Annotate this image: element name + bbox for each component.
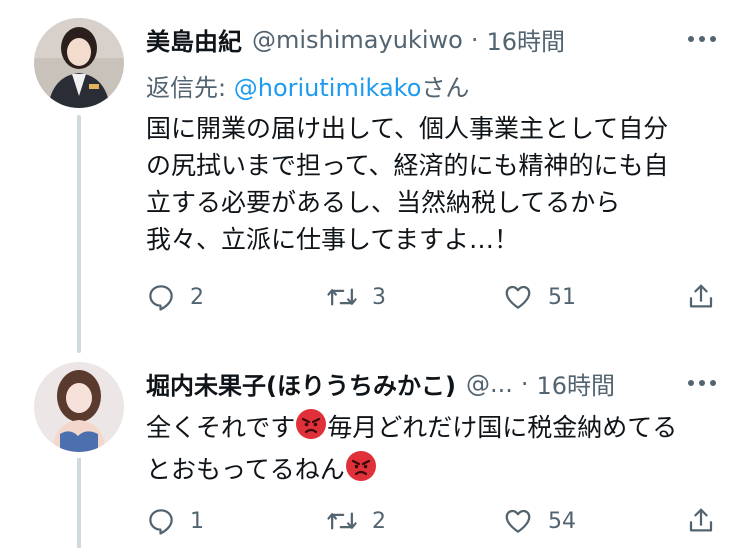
header-separator: · xyxy=(520,369,529,398)
share-button[interactable] xyxy=(686,506,716,536)
tweet-actions: 1 2 54 xyxy=(146,506,716,546)
author-handle[interactable]: @... xyxy=(466,370,513,398)
tweet-header: 美島由紀 @mishimayukiwo · 16時間 xyxy=(146,22,565,57)
tweet-header: 堀内未果子(ほりうちみかこ) @... · 16時間 xyxy=(146,366,615,401)
author-handle[interactable]: @mishimayukiwo xyxy=(252,26,463,54)
like-button[interactable]: 54 xyxy=(502,506,576,536)
retweet-button[interactable]: 2 xyxy=(326,506,386,536)
avatar[interactable] xyxy=(34,18,124,108)
tweet-text: 国に開業の届け出して、個人事業主として自分 の尻拭いまで担って、経済的にも精神的… xyxy=(146,110,726,258)
retweet-button[interactable]: 3 xyxy=(326,282,386,312)
reply-icon xyxy=(149,285,173,311)
reply-to-label: 返信先: xyxy=(146,74,227,102)
tweet-text-line: 全くそれです 毎月どれだけ国に税金納めてる xyxy=(146,408,726,450)
tweet-text-segment: 毎月どれだけ国に税金納めてる xyxy=(327,413,678,442)
angry-face-icon xyxy=(295,408,327,450)
retweet-icon xyxy=(327,512,357,530)
tweet-text: 全くそれです 毎月どれだけ国に税金納めてる とおもってるねん xyxy=(146,408,726,492)
share-button[interactable] xyxy=(686,282,716,312)
like-button[interactable]: 51 xyxy=(502,282,576,312)
more-options-icon[interactable] xyxy=(688,380,716,386)
tweet-text-line: とおもってるねん xyxy=(146,450,726,492)
thread-connector-line-lower xyxy=(77,458,81,548)
tweet-text-line: の尻拭いまで担って、経済的にも精神的にも自 xyxy=(146,151,669,180)
tweet-text-segment: とおもってるねん xyxy=(146,455,345,484)
tweet-text-line: 立する必要があるし、当然納税してるから xyxy=(146,188,621,217)
reply-button[interactable]: 2 xyxy=(146,282,204,312)
retweet-icon xyxy=(327,288,357,306)
reply-to-suffix: さん xyxy=(421,74,470,102)
avatar-photo xyxy=(34,18,124,108)
timestamp[interactable]: 16時間 xyxy=(536,366,615,401)
angry-face-icon xyxy=(345,450,377,492)
avatar[interactable] xyxy=(34,362,124,452)
more-options-icon[interactable] xyxy=(688,36,716,42)
like-count: 54 xyxy=(548,508,576,534)
timestamp[interactable]: 16時間 xyxy=(486,22,565,57)
reply-count: 2 xyxy=(190,284,204,310)
reply-to-line: 返信先: @horiutimikakoさん xyxy=(146,68,469,103)
reply-count: 1 xyxy=(190,508,204,534)
reply-to-handle-link[interactable]: @horiutimikako xyxy=(234,74,422,102)
like-count: 51 xyxy=(548,284,576,310)
tweet-text-line: 国に開業の届け出して、個人事業主として自分 xyxy=(146,114,669,143)
retweet-count: 3 xyxy=(372,284,386,310)
share-icon xyxy=(689,508,713,532)
heart-icon xyxy=(505,285,531,309)
retweet-count: 2 xyxy=(372,508,386,534)
tweet-text-line: 我々、立派に仕事してますよ…！ xyxy=(146,225,520,254)
header-separator: · xyxy=(470,25,479,54)
author-name[interactable]: 美島由紀 xyxy=(146,22,242,57)
author-name[interactable]: 堀内未果子(ほりうちみかこ) xyxy=(146,366,456,401)
reply-icon xyxy=(149,509,173,535)
tweet-actions: 2 3 51 xyxy=(146,282,716,322)
avatar-photo xyxy=(34,362,124,452)
reply-button[interactable]: 1 xyxy=(146,506,204,536)
share-icon xyxy=(689,284,713,308)
thread-connector-line xyxy=(77,115,81,353)
tweet-text-segment: 全くそれです xyxy=(146,413,296,442)
heart-icon xyxy=(505,509,531,533)
